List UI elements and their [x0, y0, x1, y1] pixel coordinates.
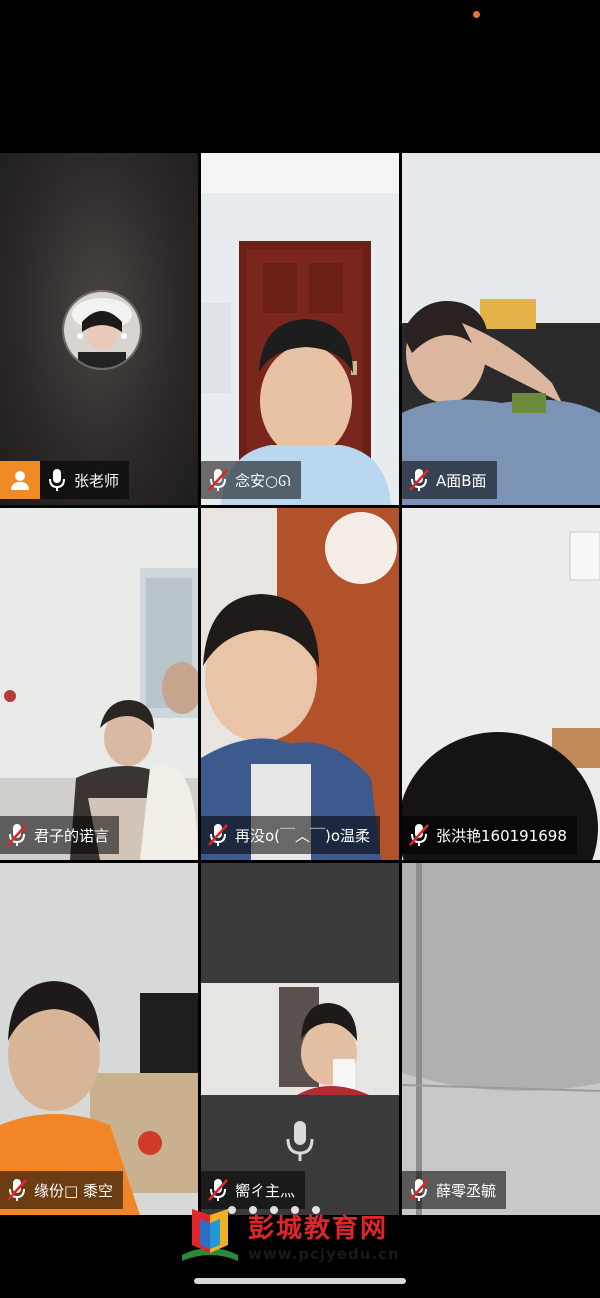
participant-tile-9[interactable]: 薛零丞毓 — [402, 863, 600, 1215]
microphone-muted-icon[interactable] — [402, 461, 436, 499]
watermark-title: 彭城教育网 — [248, 1213, 389, 1244]
participant-name: 张洪艳160191698 — [436, 826, 567, 845]
video-feed — [0, 863, 198, 1215]
participant-name: 缘份□ 黍空 — [34, 1181, 113, 1200]
host-badge — [0, 461, 40, 499]
participant-name: 薛零丞毓 — [436, 1181, 497, 1200]
microphone-icon — [285, 1119, 315, 1167]
watermark: 彭城教育网 www.pcjyedu.cn — [178, 1200, 448, 1270]
video-feed — [201, 863, 399, 1215]
participant-tile-8[interactable]: 嚮ㄔ主灬 — [201, 863, 399, 1215]
participant-name: A面B面 — [436, 471, 487, 490]
participant-tile-3[interactable]: A面B面 — [402, 153, 600, 505]
participant-name: 君子的诺言 — [34, 826, 110, 845]
video-feed — [0, 508, 198, 860]
video-feed — [402, 863, 600, 1215]
microphone-muted-icon[interactable] — [0, 816, 34, 854]
status-dot — [473, 11, 480, 18]
participant-name-bar: 君子的诺言 — [0, 816, 120, 854]
participant-tile-5[interactable]: 再没o(￣︿￣)o温柔 — [201, 508, 399, 860]
home-indicator[interactable] — [194, 1278, 406, 1284]
participant-tile-1[interactable]: 张老师 — [0, 153, 198, 505]
video-feed — [201, 508, 399, 860]
participant-name: 念安○ᘏ — [235, 471, 291, 490]
watermark-url: www.pcjyedu.cn — [248, 1244, 400, 1263]
video-feed — [402, 508, 600, 860]
microphone-muted-icon[interactable] — [201, 461, 235, 499]
video-feed — [201, 153, 399, 505]
participant-name-bar: 张老师 — [0, 461, 130, 499]
book-logo-icon — [182, 1209, 238, 1261]
participant-tile-7[interactable]: 缘份□ 黍空 — [0, 863, 198, 1215]
microphone-icon[interactable] — [40, 461, 74, 499]
participant-name: 再没o(￣︿￣)o温柔 — [235, 826, 371, 845]
participant-name-bar: A面B面 — [402, 461, 497, 499]
top-bar — [0, 0, 600, 152]
microphone-muted-icon[interactable] — [0, 1171, 34, 1209]
participant-name: 嚮ㄔ主灬 — [235, 1181, 296, 1200]
participant-name-bar: 缘份□ 黍空 — [0, 1171, 123, 1209]
video-feed — [402, 153, 600, 505]
participant-name-bar: 再没o(￣︿￣)o温柔 — [201, 816, 381, 854]
microphone-muted-icon[interactable] — [402, 816, 436, 854]
person-icon — [11, 471, 29, 490]
participant-name: 张老师 — [74, 471, 120, 490]
participant-tile-4[interactable]: 君子的诺言 — [0, 508, 198, 860]
participant-name-bar: 张洪艳160191698 — [402, 816, 577, 854]
avatar — [62, 290, 142, 370]
participant-tile-6[interactable]: 张洪艳160191698 — [402, 508, 600, 860]
participant-name-bar: 念安○ᘏ — [201, 461, 301, 499]
microphone-muted-icon[interactable] — [201, 816, 235, 854]
participant-tile-2[interactable]: 念安○ᘏ — [201, 153, 399, 505]
